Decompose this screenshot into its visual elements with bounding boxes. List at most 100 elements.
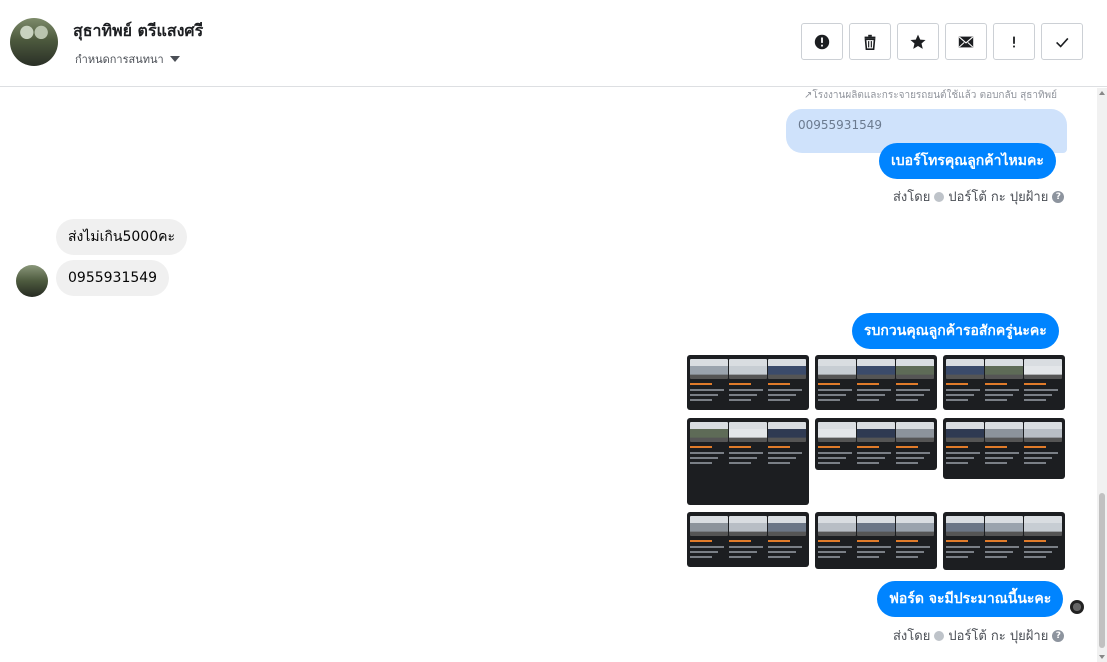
car-image xyxy=(896,516,934,536)
sent-by-name[interactable]: ปอร์โต้ กะ ปุยฝ้าย xyxy=(948,625,1048,646)
text-line xyxy=(1024,546,1058,548)
message-bubble-incoming[interactable]: ส่งไม่เกิน5000คะ xyxy=(56,219,187,255)
scroll-up-arrow-icon[interactable] xyxy=(1099,91,1105,95)
seen-receipt-avatar xyxy=(1070,600,1084,614)
car-image xyxy=(818,516,856,536)
text-line xyxy=(946,556,968,558)
text-line xyxy=(768,394,796,396)
important-button[interactable] xyxy=(993,23,1035,60)
photo-thumbnail[interactable] xyxy=(687,512,809,567)
car-image xyxy=(729,516,767,536)
car-image xyxy=(857,422,895,442)
price-line xyxy=(985,446,1007,448)
sent-by-name[interactable]: ปอร์โต้ กะ ปุยฝ้าย xyxy=(948,186,1048,207)
message-bubble-outgoing[interactable]: เบอร์โทรคุณลูกค้าไหมคะ xyxy=(879,143,1056,179)
price-line xyxy=(985,540,1007,542)
price-line xyxy=(729,383,751,385)
text-line xyxy=(985,462,1007,464)
conversation-settings-dropdown[interactable]: กำหนดการสนทนา xyxy=(75,50,180,68)
contact-name[interactable]: สุธาทิพย์ ตรีแสงศรี xyxy=(73,19,203,44)
photo-thumbnail[interactable] xyxy=(687,418,809,505)
sent-by-label: ส่งโดย ปอร์โต้ กะ ปุยฝ้าย ? xyxy=(893,625,1065,646)
text-line xyxy=(729,546,763,548)
message-bubble-incoming[interactable]: 0955931549 xyxy=(56,260,170,296)
message-bubble-outgoing[interactable]: ฟอร์ด จะมีประมาณนี้นะคะ xyxy=(877,581,1064,617)
photo-thumbnail[interactable] xyxy=(943,355,1065,410)
text-line xyxy=(985,389,1019,391)
price-line xyxy=(768,540,790,542)
conversation-settings-label: กำหนดการสนทนา xyxy=(75,53,164,66)
price-line xyxy=(857,383,879,385)
text-line xyxy=(690,457,718,459)
price-line xyxy=(690,446,712,448)
text-line xyxy=(946,399,968,401)
car-image xyxy=(985,359,1023,379)
photo-thumbnail[interactable] xyxy=(943,418,1065,479)
conversation-toolbar xyxy=(801,23,1083,60)
price-line xyxy=(1024,540,1046,542)
text-line xyxy=(1024,452,1058,454)
scrollbar-thumb[interactable] xyxy=(1099,493,1105,648)
text-line xyxy=(768,546,802,548)
car-image xyxy=(1024,359,1062,379)
photo-thumbnail[interactable] xyxy=(687,355,809,410)
text-line xyxy=(896,399,918,401)
text-line xyxy=(985,452,1019,454)
car-image xyxy=(896,359,934,379)
text-line xyxy=(729,389,763,391)
sender-avatar[interactable] xyxy=(16,265,48,297)
price-line xyxy=(946,383,968,385)
text-line xyxy=(857,457,885,459)
text-line xyxy=(818,551,846,553)
text-line xyxy=(896,556,918,558)
caret-down-icon xyxy=(169,56,180,62)
sent-by-prefix: ส่งโดย xyxy=(893,629,931,644)
text-line xyxy=(818,394,846,396)
price-line xyxy=(690,540,712,542)
text-line xyxy=(690,394,718,396)
delete-button[interactable] xyxy=(849,23,891,60)
car-image xyxy=(985,422,1023,442)
price-line xyxy=(729,540,751,542)
scroll-down-arrow-icon[interactable] xyxy=(1099,655,1105,659)
text-line xyxy=(985,546,1019,548)
text-line xyxy=(896,452,930,454)
car-image xyxy=(946,422,984,442)
text-line xyxy=(985,394,1013,396)
text-line xyxy=(896,389,930,391)
text-line xyxy=(1024,394,1052,396)
price-line xyxy=(946,540,968,542)
text-line xyxy=(729,452,763,454)
text-line xyxy=(768,551,796,553)
help-icon[interactable]: ? xyxy=(1052,190,1065,203)
text-line xyxy=(1024,457,1052,459)
text-line xyxy=(729,394,757,396)
star-button[interactable] xyxy=(897,23,939,60)
photo-thumbnail[interactable] xyxy=(943,512,1065,570)
report-button[interactable] xyxy=(801,23,843,60)
message-bubble-outgoing[interactable]: รบกวนคุณลูกค้ารอสักครู่นะคะ xyxy=(852,313,1059,349)
text-line xyxy=(896,551,924,553)
contact-avatar[interactable] xyxy=(10,18,58,66)
car-image xyxy=(768,422,806,442)
text-line xyxy=(690,556,712,558)
price-line xyxy=(768,383,790,385)
car-image xyxy=(690,359,728,379)
mark-unread-button[interactable] xyxy=(945,23,987,60)
message-thread: ↗โรงงานผลิตและกระจายรถยนต์ใช้แล้ว ตอบกลั… xyxy=(0,88,1097,662)
photo-thumbnail[interactable] xyxy=(815,355,937,410)
scrollbar[interactable] xyxy=(1097,88,1107,662)
price-line xyxy=(896,540,918,542)
photo-thumbnail[interactable] xyxy=(815,512,937,569)
done-button[interactable] xyxy=(1041,23,1083,60)
price-line xyxy=(768,446,790,448)
text-line xyxy=(1024,551,1052,553)
verified-icon xyxy=(934,191,945,202)
car-image xyxy=(768,359,806,379)
text-line xyxy=(729,399,751,401)
help-icon[interactable]: ? xyxy=(1052,629,1065,642)
text-line xyxy=(985,399,1007,401)
photo-thumbnail[interactable] xyxy=(815,418,937,470)
text-line xyxy=(857,452,891,454)
text-line xyxy=(729,462,751,464)
